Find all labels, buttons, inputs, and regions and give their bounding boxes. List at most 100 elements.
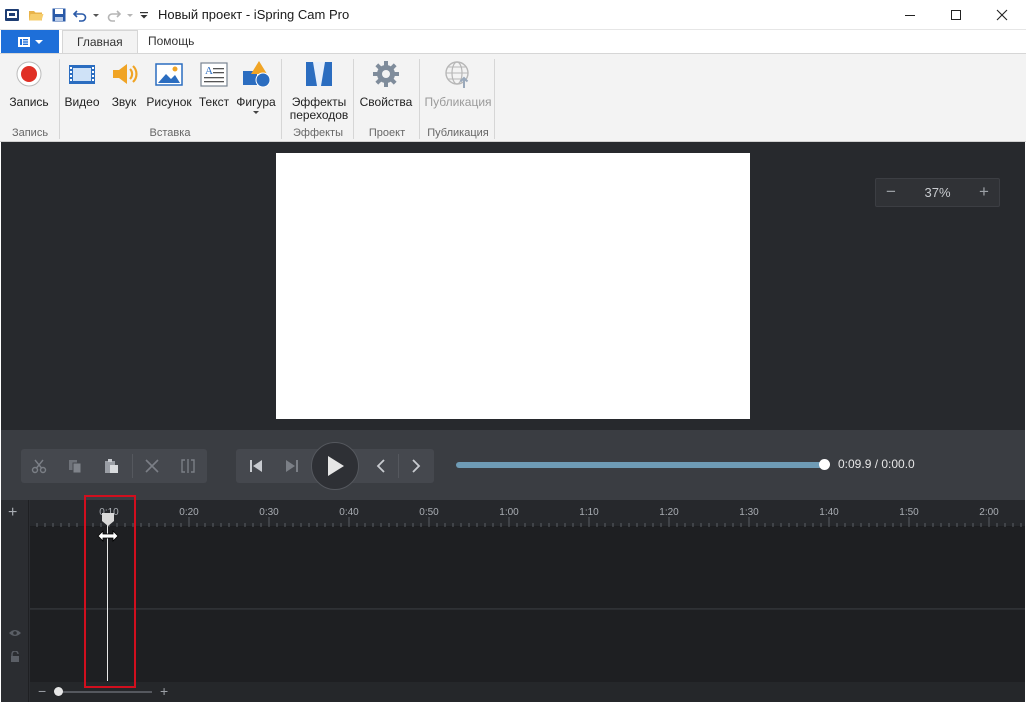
sound-label: Звук	[111, 95, 137, 109]
paste-button[interactable]	[93, 449, 129, 483]
group-label-publish: Публикация	[427, 127, 489, 139]
ruler-tick-label: 0:20	[179, 507, 199, 518]
previous-frame-button[interactable]	[363, 449, 399, 483]
open-folder-icon[interactable]	[28, 7, 44, 23]
toolbar-separator	[132, 454, 133, 478]
timeline-track-1[interactable]	[30, 527, 1025, 609]
tab-help[interactable]: Помощь	[134, 30, 208, 53]
shape-label: Фигура	[236, 95, 276, 109]
timeline: + 0:10 0:20 0:30 0:40 0:50 1:00 1:10 1:20 1:30 1:…	[1, 500, 1025, 702]
split-button[interactable]	[170, 449, 206, 483]
timeline-zoom-bar: − +	[30, 682, 1025, 702]
timeline-track-header: +	[1, 500, 29, 702]
ruler-tick-label: 1:30	[739, 507, 759, 518]
record-icon	[16, 61, 42, 87]
play-icon	[328, 456, 344, 476]
ribbon: Запись Запись Видео Звук Рисунок A Текст…	[0, 53, 1026, 142]
publish-label: Публикация	[424, 95, 492, 109]
undo-icon[interactable]	[72, 7, 88, 23]
maximize-button[interactable]	[933, 0, 979, 30]
group-separator	[494, 59, 495, 139]
record-button[interactable]: Запись	[7, 58, 51, 124]
cut-button[interactable]	[21, 449, 57, 483]
shape-icon	[243, 61, 271, 88]
text-icon: A	[200, 62, 228, 87]
chevron-down-icon	[34, 39, 43, 44]
timeline-ruler[interactable]: 0:10 0:20 0:30 0:40 0:50 1:00 1:10 1:20 1:30 1:40…	[30, 500, 1025, 527]
chevron-down-icon	[253, 111, 259, 114]
playback-progress-knob[interactable]	[819, 459, 830, 470]
skip-start-icon	[250, 460, 262, 472]
ruler-tick-label: 0:40	[339, 507, 359, 518]
zoom-out-button[interactable]: −	[876, 179, 906, 206]
tab-home[interactable]: Главная	[62, 30, 138, 54]
transition-icon	[306, 62, 332, 86]
picture-label: Рисунок	[146, 95, 192, 109]
close-button[interactable]	[979, 0, 1025, 30]
text-label: Текст	[198, 95, 230, 109]
title-bar: Новый проект - iSpring Cam Pro	[0, 0, 1026, 30]
ribbon-tabs: Главная Помощь	[0, 30, 1026, 54]
close-icon	[996, 9, 1008, 21]
undo-dropdown-icon[interactable]	[92, 7, 100, 23]
customize-toolbar-icon[interactable]	[139, 7, 149, 23]
video-label: Видео	[64, 95, 100, 109]
timeline-zoom-in-button[interactable]: +	[160, 683, 168, 699]
timeline-zoom-knob[interactable]	[54, 687, 63, 696]
skip-end-icon	[286, 460, 298, 472]
delete-button[interactable]	[134, 449, 170, 483]
chevron-left-icon	[376, 459, 385, 473]
play-button[interactable]	[311, 442, 359, 490]
copy-button[interactable]	[57, 449, 93, 483]
app-icon[interactable]	[4, 7, 20, 23]
group-label-record: Запись	[11, 127, 49, 139]
chevron-right-icon	[412, 459, 421, 473]
ruler-tick-label: 1:40	[819, 507, 839, 518]
next-frame-button[interactable]	[398, 449, 434, 483]
redo-icon	[107, 10, 122, 22]
ruler-tick-label: 1:20	[659, 507, 679, 518]
transitions-button[interactable]: Эффекты переходов	[288, 58, 350, 124]
playback-progress-bar[interactable]	[456, 462, 826, 468]
eye-icon[interactable]	[9, 629, 21, 637]
minimize-button[interactable]	[887, 0, 933, 30]
file-menu-icon	[17, 36, 30, 47]
video-button[interactable]: Видео	[63, 58, 101, 124]
record-label: Запись	[9, 95, 49, 109]
unlock-icon[interactable]	[10, 651, 20, 663]
zoom-control: − 37% +	[875, 178, 1000, 207]
timeline-zoom-out-button[interactable]: −	[38, 683, 46, 699]
svg-text:A: A	[205, 65, 213, 77]
properties-button[interactable]: Свойства	[359, 58, 413, 124]
publish-button: Публикация	[424, 58, 492, 124]
shape-button[interactable]: Фигура	[235, 58, 277, 124]
text-button[interactable]: A Текст	[196, 58, 232, 124]
time-display: 0:09.9 / 0:00.0	[838, 457, 915, 471]
ruler-tick-label: 0:30	[259, 507, 279, 518]
minimize-icon	[905, 15, 915, 16]
edit-tools	[21, 449, 207, 483]
gear-icon	[373, 61, 399, 87]
group-label-insert: Вставка	[149, 127, 191, 139]
go-to-end-button[interactable]	[274, 449, 310, 483]
delete-icon	[145, 459, 159, 473]
ruler-tick-label: 2:00	[979, 507, 999, 518]
file-menu-button[interactable]	[1, 30, 59, 53]
sound-button[interactable]: Звук	[106, 58, 142, 124]
ruler-tick-label: 1:00	[499, 507, 519, 518]
preview-stage: − 37% +	[1, 142, 1025, 430]
redo-dropdown-icon	[127, 14, 133, 17]
picture-button[interactable]: Рисунок	[145, 58, 193, 124]
preview-canvas[interactable]	[276, 153, 750, 419]
timeline-zoom-slider[interactable]	[60, 691, 152, 693]
go-to-start-button[interactable]	[238, 449, 274, 483]
save-icon[interactable]	[51, 7, 67, 23]
picture-icon	[155, 63, 183, 86]
properties-label: Свойства	[359, 95, 413, 109]
add-track-button[interactable]: +	[8, 504, 17, 522]
timeline-track-2[interactable]	[30, 610, 1025, 682]
window-title: Новый проект - iSpring Cam Pro	[158, 7, 350, 22]
globe-upload-icon	[445, 61, 469, 88]
scissors-icon	[31, 459, 47, 474]
zoom-in-button[interactable]: +	[969, 179, 999, 206]
